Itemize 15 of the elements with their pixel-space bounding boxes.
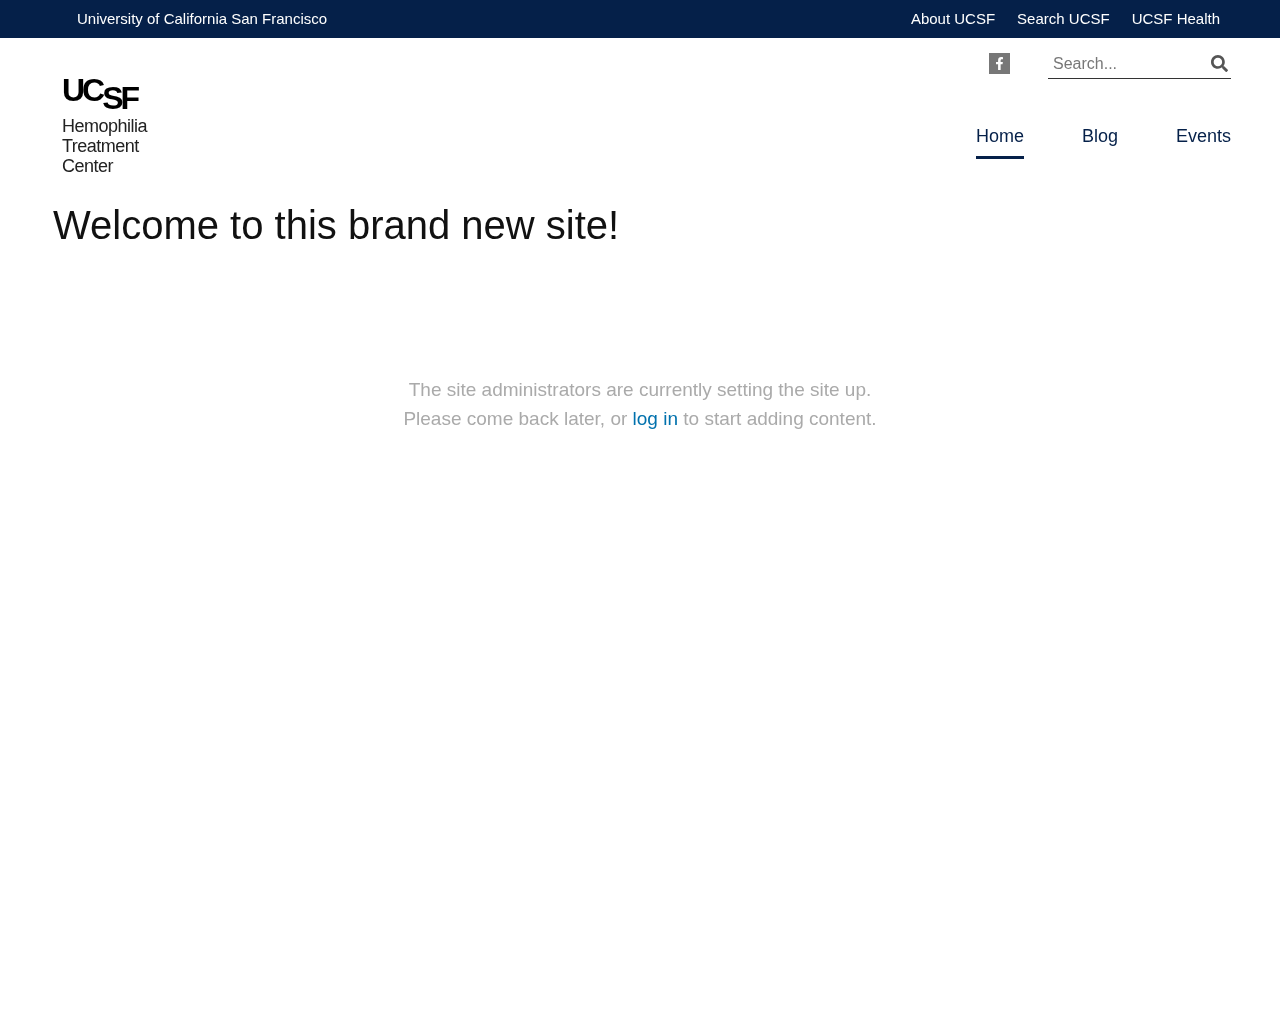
top-link[interactable]: About UCSF bbox=[910, 7, 996, 31]
logo-subtitle: Hemophilia Treatment Center bbox=[62, 116, 148, 176]
search-icon[interactable] bbox=[1211, 55, 1228, 72]
page-heading: Welcome to this brand new site! bbox=[53, 202, 620, 249]
nav-tab[interactable]: Blog bbox=[1081, 123, 1118, 159]
nav-tab[interactable]: Home bbox=[975, 123, 1024, 159]
status-message: Please come back later, or log in to start adding content. bbox=[403, 407, 877, 431]
nav-tab[interactable]: Events bbox=[1175, 123, 1231, 159]
ucsf-logo-mark[interactable]: UCSF bbox=[62, 74, 148, 114]
login-link[interactable]: log in bbox=[632, 408, 678, 429]
university-name: University of California San Francisco bbox=[77, 8, 328, 29]
top-link[interactable]: Search UCSF bbox=[1017, 7, 1110, 31]
status-message: The site administrators are currently setting the site up. bbox=[408, 378, 872, 402]
top-link[interactable]: UCSF Health bbox=[1131, 7, 1220, 31]
facebook-icon[interactable] bbox=[989, 53, 1010, 74]
